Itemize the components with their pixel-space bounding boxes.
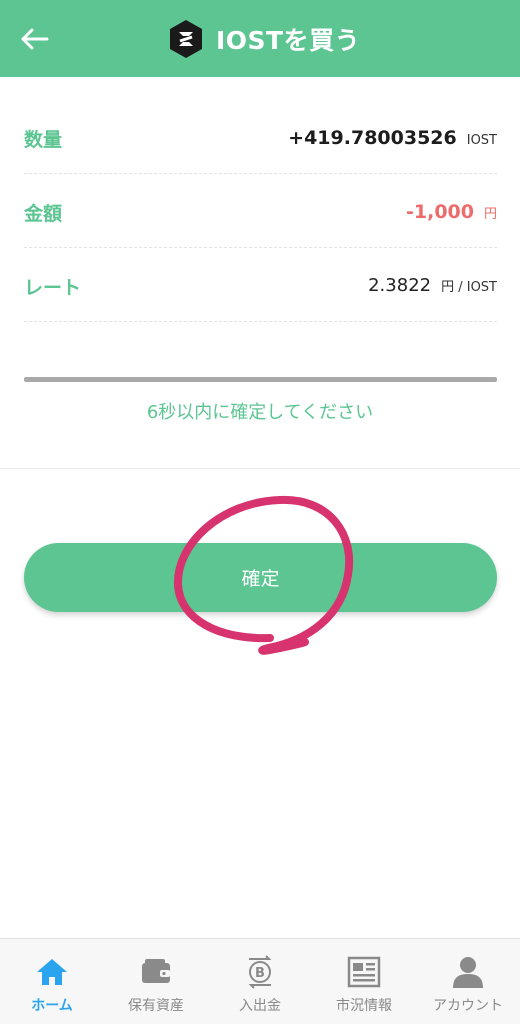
page-title: IOSTを買う — [216, 26, 361, 55]
nav-label-deposit-withdraw: 入出金 — [239, 998, 281, 1014]
nav-item-home[interactable]: ホーム — [0, 939, 104, 1024]
countdown-message: 6秒以内に確定してください — [146, 402, 374, 423]
nav-item-account[interactable]: アカウント — [416, 939, 520, 1024]
amount-value-group: -1,000 円 — [406, 201, 497, 223]
nav-item-assets[interactable]: 保有資産 — [104, 939, 208, 1024]
rate-label: レート — [24, 277, 82, 299]
quantity-label: 数量 — [24, 129, 63, 151]
confirm-button-label: 確定 — [241, 568, 280, 590]
nav-label-assets: 保有資産 — [128, 998, 184, 1014]
amount-value: -1,000 — [406, 201, 474, 223]
svg-text:B: B — [255, 966, 265, 981]
rate-value: 2.3822 — [368, 275, 432, 296]
amount-label: 金額 — [24, 203, 63, 225]
wallet-icon — [139, 955, 173, 989]
quantity-value-group: +419.78003526 IOST — [288, 127, 497, 149]
quantity-unit: IOST — [466, 133, 497, 148]
home-icon — [35, 955, 69, 989]
bitcoin-transfer-icon: B — [243, 955, 277, 989]
rate-unit: 円 / IOST — [441, 280, 497, 295]
nav-label-market: 市況情報 — [336, 998, 392, 1014]
order-summary: 数量 +419.78003526 IOST 金額 -1,000 円 レート 2.… — [24, 100, 497, 322]
section-divider — [0, 468, 520, 469]
header-title-group: IOSTを買う — [168, 18, 360, 60]
nav-item-market[interactable]: 市況情報 — [312, 939, 416, 1024]
amount-unit: 円 — [483, 207, 497, 222]
amount-row: 金額 -1,000 円 — [24, 174, 497, 248]
nav-label-home: ホーム — [31, 998, 73, 1014]
nav-item-deposit-withdraw[interactable]: B 入出金 — [208, 939, 312, 1024]
rate-value-group: 2.3822 円 / IOST — [368, 275, 497, 296]
countdown-progress-bar — [24, 377, 497, 382]
bottom-navigation: ホーム 保有資産 B 入出金 市況情報 アカウント — [0, 938, 520, 1024]
iost-logo-icon — [170, 20, 202, 58]
quantity-row: 数量 +419.78003526 IOST — [24, 100, 497, 174]
confirm-button[interactable]: 確定 — [24, 543, 497, 612]
header-bar: IOSTを買う — [0, 0, 520, 77]
nav-label-account: アカウント — [433, 998, 503, 1014]
app-screen: IOSTを買う 数量 +419.78003526 IOST 金額 -1,000 … — [0, 0, 520, 1024]
arrow-left-icon — [21, 28, 49, 50]
newspaper-icon — [347, 955, 381, 989]
rate-row: レート 2.3822 円 / IOST — [24, 248, 497, 322]
quantity-value: +419.78003526 — [288, 127, 457, 149]
back-button[interactable] — [20, 22, 60, 56]
person-icon — [451, 955, 485, 989]
